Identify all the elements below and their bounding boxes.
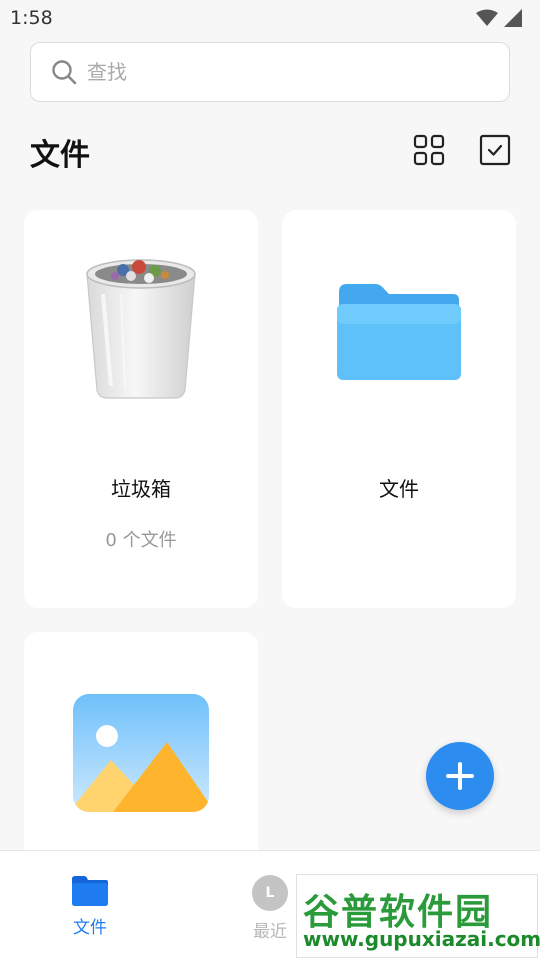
nav-tab-files[interactable]: 文件 bbox=[50, 875, 130, 938]
folder-icon bbox=[72, 876, 108, 906]
trash-label: 垃圾箱 bbox=[111, 477, 171, 501]
add-button[interactable] bbox=[426, 742, 494, 810]
watermark: 谷普软件园 www.gupuxiazai.com bbox=[296, 874, 540, 958]
checkbox-icon bbox=[479, 134, 511, 166]
nav-files-label: 文件 bbox=[73, 918, 107, 938]
status-bar: 1:58 bbox=[0, 0, 540, 36]
page-title: 文件 bbox=[30, 138, 90, 173]
signal-icon bbox=[504, 9, 522, 27]
search-box[interactable] bbox=[30, 42, 510, 102]
plus-icon bbox=[446, 762, 474, 790]
wifi-icon bbox=[476, 9, 498, 26]
folder-icon bbox=[337, 284, 461, 380]
status-time: 1:58 bbox=[10, 7, 53, 29]
image-icon bbox=[73, 694, 209, 812]
files-card[interactable]: 文件 bbox=[282, 210, 516, 608]
search-icon bbox=[52, 60, 77, 85]
files-label: 文件 bbox=[379, 477, 419, 501]
select-button[interactable] bbox=[479, 134, 511, 166]
search-input[interactable] bbox=[87, 60, 467, 84]
clock-icon: L bbox=[252, 875, 288, 911]
grid-view-button[interactable] bbox=[413, 134, 445, 166]
watermark-url: www.gupuxiazai.com bbox=[303, 927, 540, 951]
trash-file-count: 0 个文件 bbox=[105, 530, 177, 551]
grid-icon bbox=[413, 134, 445, 166]
trash-card[interactable]: 垃圾箱 0 个文件 bbox=[24, 210, 258, 608]
trash-icon bbox=[86, 259, 196, 399]
status-icons bbox=[476, 9, 522, 27]
